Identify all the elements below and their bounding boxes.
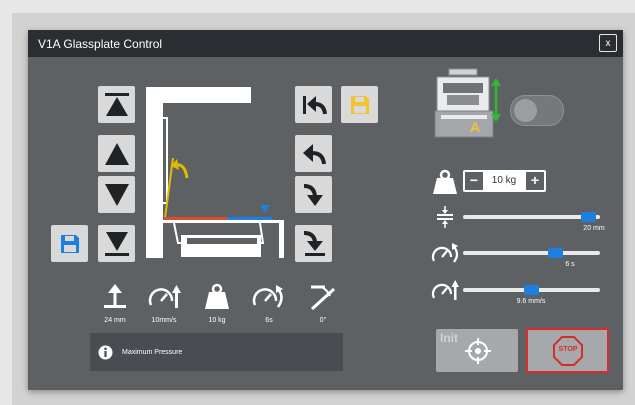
machine-diagram: [146, 87, 284, 258]
toggle-knob: [514, 99, 537, 122]
rotate-bottom-icon: [303, 230, 325, 256]
distance-slider-track[interactable]: [463, 215, 600, 219]
param-time-value: 6s: [265, 317, 273, 324]
rotate-left-icon: [302, 143, 326, 164]
lift-height-icon: [104, 284, 126, 308]
param-weight-value: 10 kg: [208, 317, 226, 324]
move-bottom-icon: [104, 231, 129, 256]
stop-label: STOP: [558, 346, 578, 353]
move-top-icon: [104, 92, 129, 116]
info-icon: [98, 345, 113, 360]
machine-label: A: [470, 119, 481, 135]
param-lift-value: 24 mm: [104, 317, 126, 324]
move-to-bottom-button[interactable]: [98, 225, 135, 262]
weight-icon: [205, 283, 229, 309]
param-angle-value: 0°: [319, 317, 327, 324]
rotate-full-icon: [302, 95, 327, 114]
save-icon: [350, 95, 369, 114]
crosshair-icon: [465, 338, 491, 364]
title-bar: V1A Glassplate Control x: [28, 30, 623, 57]
window-title: V1A Glassplate Control: [38, 37, 163, 51]
glassplate-control-dialog: V1A Glassplate Control x 24 mm 10mm/s 10…: [28, 30, 623, 390]
machine-toggle[interactable]: [510, 95, 564, 126]
weight-decrease-button[interactable]: −: [465, 172, 483, 190]
save-position-button[interactable]: [51, 225, 88, 262]
speed-slider-value: 9.6 mm/s: [516, 298, 546, 305]
time-slider-track[interactable]: [463, 251, 600, 255]
save-icon: [60, 234, 79, 253]
info-bar: Maximum Pressure: [90, 333, 343, 371]
rotate-down-icon: [303, 183, 323, 206]
distance-slider-value: 20 mm: [583, 225, 605, 232]
angle-icon: [310, 285, 336, 311]
time-slider-thumb[interactable]: [548, 248, 564, 258]
weight-stepper[interactable]: − 10 kg +: [463, 170, 546, 192]
save-angle-button[interactable]: [341, 86, 378, 123]
time-slider-value: 6 s: [565, 261, 575, 268]
weight-icon: [433, 169, 457, 194]
distance-icon: [437, 206, 453, 228]
info-text: Maximum Pressure: [122, 349, 183, 356]
rotate-close-button[interactable]: [295, 176, 332, 213]
init-button[interactable]: Init: [436, 329, 518, 372]
timer-icon: [252, 285, 283, 308]
param-speed-value: 10mm/s: [151, 317, 177, 324]
move-up-button[interactable]: [98, 135, 135, 172]
weight-value: 10 kg: [491, 175, 517, 186]
rotate-open-full-button[interactable]: [295, 86, 332, 123]
speed-up-icon: [431, 280, 459, 300]
stop-button[interactable]: STOP: [526, 328, 609, 373]
close-button[interactable]: x: [599, 34, 617, 52]
move-to-top-button[interactable]: [98, 86, 135, 123]
distance-slider-thumb[interactable]: [581, 212, 597, 222]
arrow-down-icon: [104, 183, 129, 206]
move-down-button[interactable]: [98, 176, 135, 213]
timer-icon: [431, 243, 459, 263]
rotate-open-button[interactable]: [295, 135, 332, 172]
speed-slider-thumb[interactable]: [524, 285, 539, 295]
speed-up-icon: [148, 285, 181, 308]
weight-increase-button[interactable]: +: [526, 172, 544, 190]
arrow-up-icon: [104, 142, 129, 165]
rotate-close-full-button[interactable]: [295, 225, 332, 262]
init-label: Init: [440, 331, 458, 345]
